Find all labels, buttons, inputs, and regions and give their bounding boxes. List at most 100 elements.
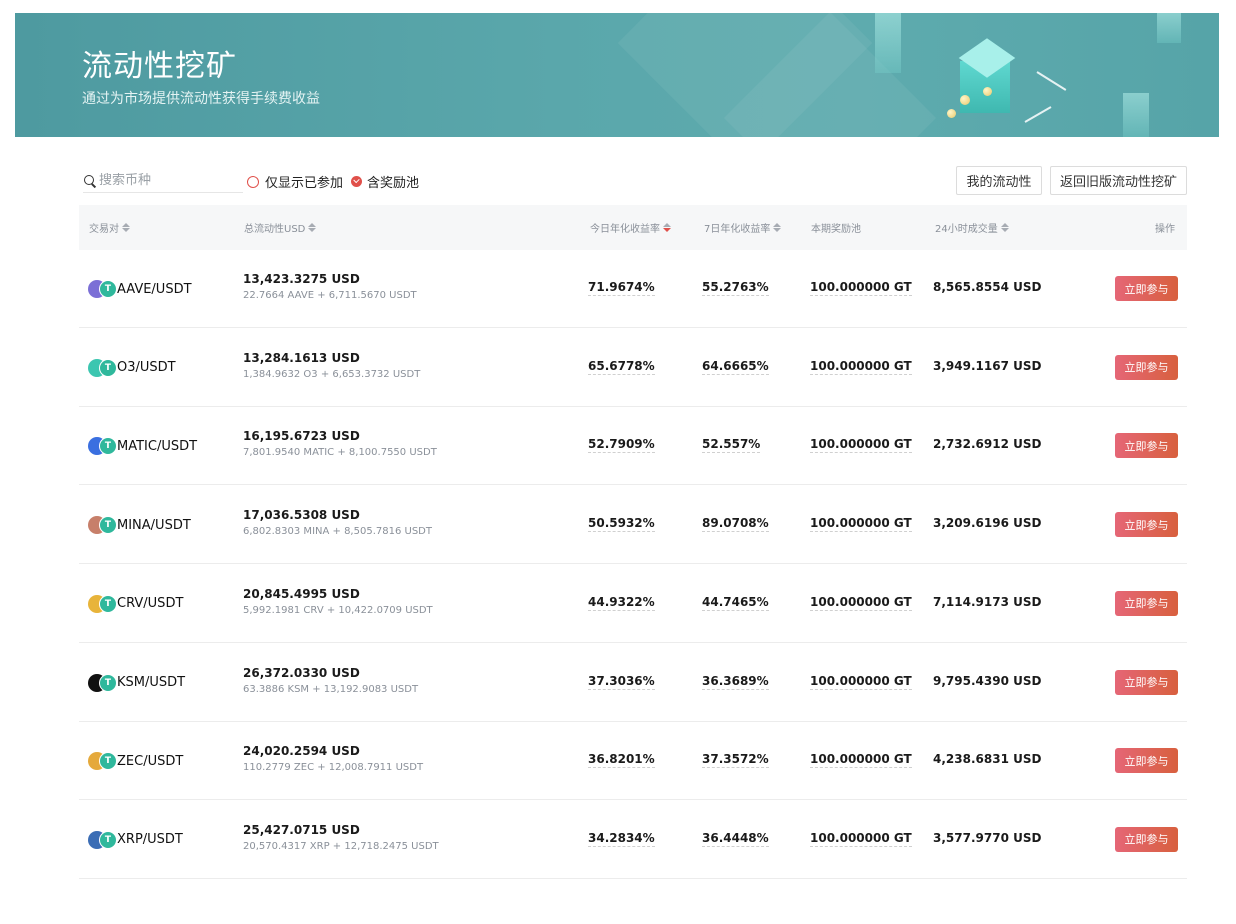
trading-pair: T CRV/USDT — [88, 594, 183, 614]
pair-name: AAVE/USDT — [117, 281, 192, 297]
pair-icons: T — [88, 515, 117, 535]
liquidity-detail: 22.7664 AAVE + 6,711.5670 USDT — [243, 290, 417, 301]
join-button[interactable]: 立即参与 — [1115, 354, 1178, 380]
my-liquidity-button[interactable]: 我的流动性 — [956, 166, 1042, 195]
volume-24h: 3,209.6196 USD — [933, 516, 1042, 531]
apr-today: 52.7909% — [588, 437, 655, 454]
pair-icons: T — [88, 279, 117, 299]
banner-decoration — [1036, 71, 1067, 91]
liquidity-detail: 7,801.9540 MATIC + 8,100.7550 USDT — [243, 447, 437, 459]
banner-decoration — [1157, 13, 1181, 43]
join-button[interactable]: 立即参与 — [1115, 512, 1178, 538]
usdt-icon: T — [99, 752, 117, 771]
join-button[interactable]: 立即参与 — [1115, 590, 1178, 616]
join-button[interactable]: 立即参与 — [1115, 276, 1178, 301]
column-header-label: 7日年化收益率 — [704, 224, 771, 235]
back-to-old-button[interactable]: 返回旧版流动性挖矿 — [1050, 166, 1187, 195]
usdt-icon: T — [99, 437, 117, 456]
pair-name: CRV/USDT — [117, 596, 184, 612]
coin-decoration — [960, 95, 970, 105]
join-button[interactable]: 立即参与 — [1115, 669, 1178, 695]
filter-reward-label: 含奖励池 — [367, 176, 420, 191]
apr-7d: 55.2763% — [702, 280, 769, 296]
filter-reward-pool[interactable]: 含奖励池 — [351, 172, 419, 191]
reward-pool: 100.000000 GT — [810, 594, 912, 611]
banner-decoration — [875, 13, 901, 73]
apr-today: 65.6778% — [588, 358, 655, 375]
search-icon — [83, 174, 97, 188]
volume-24h: 8,565.8554 USD — [933, 280, 1042, 294]
sort-icon[interactable] — [773, 223, 782, 232]
column-header-action: 操作 — [1155, 205, 1175, 250]
search-input[interactable] — [99, 173, 239, 188]
table-row: T O3/USDT 13,284.1613 USD 1,384.9632 O3 … — [79, 329, 1187, 407]
volume-24h: 4,238.6831 USD — [933, 752, 1042, 767]
apr-7d: 37.3572% — [702, 752, 769, 769]
column-header-volume[interactable]: 24小时成交量 — [935, 205, 1009, 250]
search-box[interactable] — [83, 169, 243, 193]
column-header-apr-7d[interactable]: 7日年化收益率 — [704, 205, 782, 250]
filter-joined-label: 仅显示已参加 — [265, 176, 344, 191]
column-header-apr-today[interactable]: 今日年化收益率 — [590, 205, 671, 250]
total-liquidity: 24,020.2594 USD — [243, 744, 360, 759]
liquidity-detail: 5,992.1981 CRV + 10,422.0709 USDT — [243, 604, 433, 616]
liquidity-detail: 6,802.8303 MINA + 8,505.7816 USDT — [243, 526, 432, 538]
pair-name: MATIC/USDT — [117, 438, 198, 454]
usdt-icon: T — [99, 516, 117, 535]
page-subtitle: 通过为市场提供流动性获得手续费收益 — [82, 91, 320, 107]
coin-decoration — [947, 109, 956, 118]
table-row: T KSM/USDT 26,372.0330 USD 63.3886 KSM +… — [79, 644, 1187, 722]
reward-pool: 100.000000 GT — [810, 358, 912, 375]
radio-circle-icon[interactable] — [247, 175, 259, 188]
column-header-label: 操作 — [1155, 224, 1175, 235]
table-row: T CRV/USDT 20,845.4995 USD 5,992.1981 CR… — [79, 565, 1187, 643]
sort-desc-active-icon[interactable] — [663, 223, 671, 232]
join-button[interactable]: 立即参与 — [1115, 433, 1178, 459]
trading-pair: T KSM/USDT — [88, 673, 185, 693]
trading-pair: T XRP/USDT — [88, 830, 183, 850]
volume-24h: 3,949.1167 USD — [933, 358, 1042, 373]
pair-icons: T — [88, 830, 117, 850]
join-button[interactable]: 立即参与 — [1115, 826, 1178, 852]
reward-pool: 100.000000 GT — [810, 673, 912, 690]
column-header-label: 交易对 — [89, 224, 119, 235]
column-header-pair[interactable]: 交易对 — [89, 205, 130, 250]
filter-joined-only[interactable]: 仅显示已参加 — [247, 172, 343, 191]
total-liquidity: 20,845.4995 USD — [243, 586, 360, 601]
usdt-icon: T — [99, 673, 117, 692]
trading-pair: T ZEC/USDT — [88, 751, 183, 771]
pair-icons: T — [88, 594, 117, 614]
volume-24h: 3,577.9770 USD — [933, 830, 1042, 845]
apr-today: 44.9322% — [588, 594, 655, 611]
apr-today: 37.3036% — [588, 673, 655, 690]
apr-today: 50.5932% — [588, 516, 655, 533]
apr-7d: 52.557% — [702, 437, 761, 454]
sort-icon[interactable] — [122, 223, 130, 232]
banner-decoration — [1024, 106, 1052, 123]
pair-name: XRP/USDT — [117, 832, 183, 848]
apr-7d: 89.0708% — [702, 516, 769, 533]
reward-pool: 100.000000 GT — [810, 437, 912, 454]
apr-7d: 64.6665% — [702, 358, 769, 375]
check-circle-icon[interactable] — [351, 176, 362, 187]
trading-pair: T O3/USDT — [88, 358, 176, 378]
liquidity-detail: 63.3886 KSM + 13,192.9083 USDT — [243, 683, 419, 695]
sort-icon[interactable] — [308, 223, 317, 232]
column-header-liquidity[interactable]: 总流动性USD — [244, 205, 317, 250]
trading-pair: T MATIC/USDT — [88, 436, 197, 456]
table-header: 交易对 总流动性USD 今日年化收益率 7日年化收益率 本期奖励池 24小时成交… — [79, 205, 1187, 250]
banner: 流动性挖矿 通过为市场提供流动性获得手续费收益 — [15, 13, 1219, 137]
usdt-icon: T — [99, 830, 117, 849]
sort-icon[interactable] — [1000, 223, 1009, 232]
column-header-label: 本期奖励池 — [811, 224, 861, 235]
total-liquidity: 13,284.1613 USD — [243, 350, 360, 365]
total-liquidity: 17,036.5308 USD — [243, 508, 360, 523]
volume-24h: 7,114.9173 USD — [933, 594, 1042, 609]
column-header-label: 24小时成交量 — [935, 224, 998, 235]
column-header-label: 今日年化收益率 — [590, 224, 660, 235]
reward-pool: 100.000000 GT — [810, 830, 912, 847]
join-button[interactable]: 立即参与 — [1115, 748, 1178, 774]
pair-icons: T — [88, 358, 117, 378]
table-row: T XRP/USDT 25,427.0715 USD 20,570.4317 X… — [79, 801, 1187, 879]
apr-7d: 36.4448% — [702, 830, 769, 847]
